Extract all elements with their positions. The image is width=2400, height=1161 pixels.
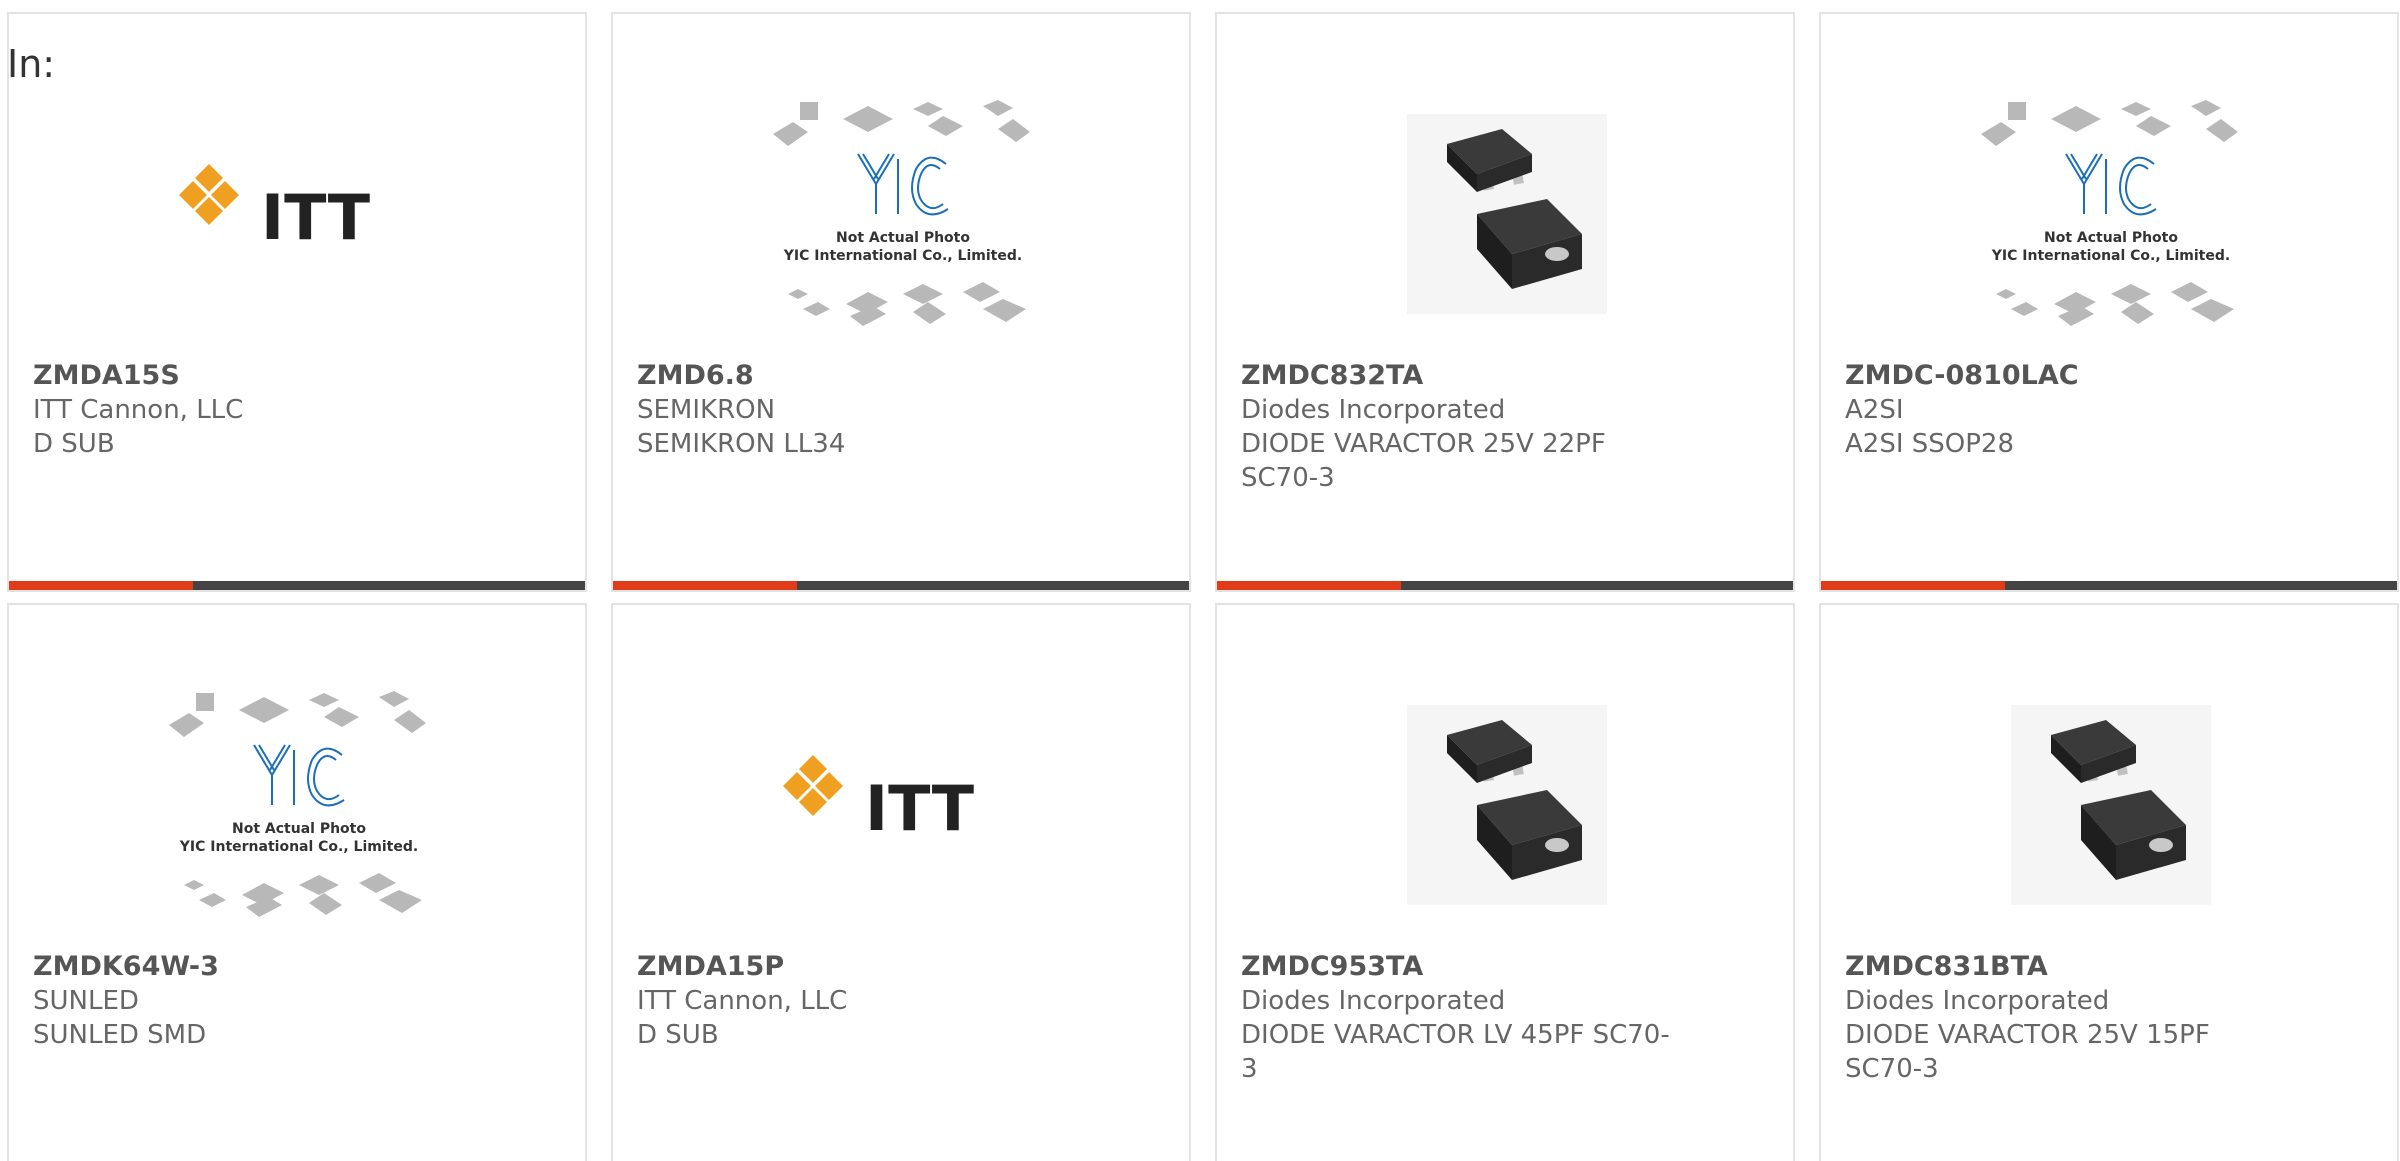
in-label: In: xyxy=(7,42,56,86)
yic-placeholder-icon: Not Actual Photo YIC International Co., … xyxy=(1981,100,2238,326)
product-card[interactable]: Not Actual Photo YIC International Co., … xyxy=(7,603,587,1161)
svg-text:YIC International Co., Limited: YIC International Co., Limited. xyxy=(179,839,418,855)
part-number[interactable]: ZMDA15P xyxy=(637,950,1067,984)
product-card[interactable]: ZMDC831BTA Diodes Incorporated DIODE VAR… xyxy=(1819,603,2399,1161)
description: D SUB xyxy=(637,1020,719,1050)
product-card[interactable]: ZMDC832TA Diodes Incorporated DIODE VARA… xyxy=(1215,12,1795,592)
part-number[interactable]: ZMDC-0810LAC xyxy=(1845,359,2275,393)
description: A2SI SSOP28 xyxy=(1845,429,2014,459)
product-card[interactable]: Not Actual Photo YIC International Co., … xyxy=(611,12,1191,592)
manufacturer: Diodes Incorporated xyxy=(1241,395,1506,425)
product-image[interactable]: Not Actual Photo YIC International Co., … xyxy=(49,665,549,945)
manufacturer: SEMIKRON xyxy=(637,395,776,425)
description: DIODE VARACTOR LV 45PF SC70-3 xyxy=(1241,1020,1670,1084)
svg-text:ITT: ITT xyxy=(865,772,974,845)
part-number[interactable]: ZMDC832TA xyxy=(1241,359,1671,393)
yic-placeholder-icon: Not Actual Photo YIC International Co., … xyxy=(773,100,1030,326)
product-image[interactable]: ITT xyxy=(49,74,549,354)
svg-text:Not Actual Photo: Not Actual Photo xyxy=(232,821,366,837)
description: D SUB xyxy=(33,429,115,459)
product-card[interactable]: ITT ZMDA15S ITT Cannon, LLC D SUB xyxy=(7,12,587,592)
product-image[interactable] xyxy=(1257,665,1757,945)
product-image[interactable]: Not Actual Photo YIC International Co., … xyxy=(653,74,1153,354)
card-accent-bar xyxy=(613,581,1189,590)
part-number[interactable]: ZMDC953TA xyxy=(1241,950,1671,984)
sc70-chip-icon xyxy=(2011,705,2211,905)
description: SUNLED SMD xyxy=(33,1020,207,1050)
sc70-chip-icon xyxy=(1407,114,1607,314)
yic-placeholder-icon: Not Actual Photo YIC International Co., … xyxy=(169,691,426,917)
product-image[interactable] xyxy=(1861,665,2361,945)
manufacturer: ITT Cannon, LLC xyxy=(637,986,848,1016)
description: SEMIKRON LL34 xyxy=(637,429,846,459)
manufacturer: Diodes Incorporated xyxy=(1845,986,2110,1016)
part-number[interactable]: ZMD6.8 xyxy=(637,359,1067,393)
card-accent-bar xyxy=(1217,581,1793,590)
svg-text:YIC International Co., Limited: YIC International Co., Limited. xyxy=(783,248,1022,264)
product-image[interactable] xyxy=(1257,74,1757,354)
description: DIODE VARACTOR 25V 15PF SC70-3 xyxy=(1845,1020,2210,1084)
part-number[interactable]: ZMDC831BTA xyxy=(1845,950,2275,984)
product-grid-page: In: ITT ZMDA15S ITT Cannon, LLC D SUB No… xyxy=(0,0,2400,1161)
svg-text:Not Actual Photo: Not Actual Photo xyxy=(836,230,970,246)
product-image[interactable]: Not Actual Photo YIC International Co., … xyxy=(1861,74,2361,354)
svg-text:Not Actual Photo: Not Actual Photo xyxy=(2044,230,2178,246)
product-card[interactable]: ZMDC953TA Diodes Incorporated DIODE VARA… xyxy=(1215,603,1795,1161)
part-number[interactable]: ZMDA15S xyxy=(33,359,463,393)
itt-logo-icon: ITT xyxy=(783,755,974,845)
part-number[interactable]: ZMDK64W-3 xyxy=(33,950,463,984)
description: DIODE VARACTOR 25V 22PF SC70-3 xyxy=(1241,429,1606,493)
card-accent-bar xyxy=(1821,581,2397,590)
sc70-chip-icon xyxy=(1407,705,1607,905)
manufacturer: A2SI xyxy=(1845,395,1904,425)
product-image[interactable]: ITT xyxy=(653,665,1153,945)
svg-text:ITT: ITT xyxy=(261,181,370,254)
itt-logo-icon: ITT xyxy=(179,164,370,254)
manufacturer: Diodes Incorporated xyxy=(1241,986,1506,1016)
card-accent-bar xyxy=(9,581,585,590)
product-card[interactable]: ITT ZMDA15P ITT Cannon, LLC D SUB xyxy=(611,603,1191,1161)
manufacturer: ITT Cannon, LLC xyxy=(33,395,244,425)
svg-text:YIC International Co., Limited: YIC International Co., Limited. xyxy=(1991,248,2230,264)
product-card[interactable]: Not Actual Photo YIC International Co., … xyxy=(1819,12,2399,592)
manufacturer: SUNLED xyxy=(33,986,139,1016)
